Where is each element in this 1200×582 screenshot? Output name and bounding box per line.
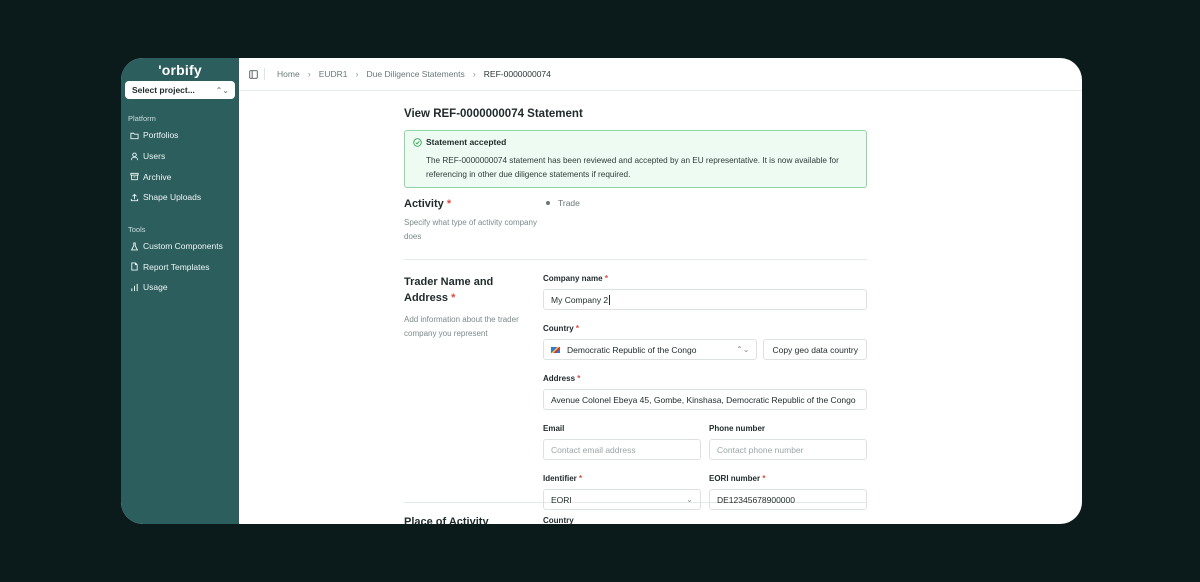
drc-flag-icon	[551, 347, 560, 354]
email-label: Email	[543, 424, 565, 433]
country-label: Country *	[543, 324, 580, 333]
main-content: Home › EUDR1 › Due Diligence Statements …	[239, 58, 1082, 524]
platform-section-label: Platform	[128, 114, 156, 123]
sidebar-item-label: Usage	[143, 282, 168, 293]
folder-icon	[128, 131, 140, 140]
activity-radio-trade[interactable]: Trade	[543, 198, 867, 208]
trader-section: Trader Name and Address * Add informatio…	[404, 260, 867, 510]
tools-section-label: Tools	[128, 224, 146, 234]
activity-description: Specify what type of activity company do…	[404, 218, 537, 241]
sidebar-item-shape-uploads[interactable]: Shape Uploads	[121, 187, 239, 208]
activity-title: Activity *	[404, 198, 452, 210]
page-title: View REF-0000000074 Statement	[404, 108, 583, 120]
activity-section: Activity * Specify what type of activity…	[404, 196, 867, 260]
document-icon	[128, 262, 140, 271]
chevron-right-icon: ›	[355, 69, 359, 79]
status-alert: Statement accepted The REF-0000000074 st…	[404, 130, 867, 188]
trader-title: Trader Name and Address *	[404, 276, 494, 304]
check-circle-icon	[413, 137, 422, 147]
archive-icon	[128, 172, 140, 181]
project-select[interactable]: Select project... ⌃⌄	[125, 81, 235, 99]
company-name-label: Company name *	[543, 274, 608, 283]
sidebar-item-label: Shape Uploads	[143, 192, 202, 203]
identifier-select[interactable]: EORI ⌄	[543, 489, 701, 510]
address-label: Address *	[543, 374, 581, 383]
app-window: 'orbify Select project... ⌃⌄ Platform Po…	[121, 58, 1082, 524]
company-name-input[interactable]: My Company 2	[543, 289, 867, 310]
country-select[interactable]: Democratic Republic of the Congo ⌃⌄	[543, 339, 758, 360]
orbify-logo[interactable]: 'orbify	[121, 58, 239, 80]
radio-dot-icon	[546, 201, 550, 205]
sidebar: 'orbify Select project... ⌃⌄ Platform Po…	[121, 58, 239, 524]
sidebar-toggle-icon[interactable]	[249, 69, 258, 79]
phone-field[interactable]: Contact phone number	[709, 439, 867, 460]
sidebar-item-custom-components[interactable]: Custom Components	[121, 236, 239, 257]
sidebar-item-label: Archive	[143, 171, 172, 182]
address-input[interactable]: Avenue Colonel Ebeya 45, Gombe, Kinshasa…	[543, 389, 867, 410]
upload-icon	[128, 193, 140, 202]
statement-form: View REF-0000000074 Statement Statement …	[404, 91, 867, 524]
chevron-updown-icon: ⌃⌄	[736, 345, 750, 354]
sidebar-item-users[interactable]: Users	[121, 146, 239, 167]
topbar-divider	[264, 68, 265, 80]
identifier-label: Identifier *	[543, 474, 583, 483]
user-icon	[128, 152, 140, 161]
sidebar-item-usage[interactable]: Usage	[121, 277, 239, 298]
eori-input[interactable]: DE12345678900000	[709, 489, 867, 510]
sidebar-item-label: Users	[143, 151, 166, 162]
breadcrumb: Home › EUDR1 › Due Diligence Statements …	[239, 58, 1082, 91]
alert-body: The REF-0000000074 statement has been re…	[426, 156, 839, 179]
phone-label: Phone number	[709, 424, 766, 433]
copy-geo-country-button[interactable]: Copy geo data country	[763, 339, 867, 360]
trader-description: Add information about the trader company…	[404, 315, 519, 338]
sidebar-item-portfolios[interactable]: Portfolios	[121, 125, 239, 146]
place-of-activity-section: Place of Activity Country	[404, 516, 867, 524]
breadcrumb-eudr1[interactable]: EUDR1	[319, 69, 348, 79]
project-select-label: Select project...	[132, 85, 195, 95]
place-country-label: Country	[543, 516, 574, 524]
bar-chart-icon	[128, 283, 140, 292]
chevron-down-icon: ⌄	[686, 495, 693, 504]
place-of-activity-title: Place of Activity	[404, 516, 489, 524]
sidebar-item-label: Custom Components	[143, 241, 223, 252]
chevron-updown-icon: ⌃⌄	[215, 85, 229, 95]
alert-title: Statement accepted	[426, 137, 507, 147]
activity-value: Trade	[558, 198, 580, 208]
sidebar-item-archive[interactable]: Archive	[121, 166, 239, 187]
eori-label: EORI number *	[709, 474, 766, 483]
sidebar-item-report-templates[interactable]: Report Templates	[121, 256, 239, 277]
breadcrumb-due-diligence[interactable]: Due Diligence Statements	[367, 69, 465, 79]
sidebar-item-label: Portfolios	[143, 130, 179, 141]
chevron-right-icon: ›	[472, 69, 476, 79]
sidebar-item-label: Report Templates	[143, 261, 210, 272]
email-field[interactable]: Contact email address	[543, 439, 701, 460]
chevron-right-icon: ›	[307, 69, 311, 79]
breadcrumb-current: REF-0000000074	[483, 69, 551, 79]
breadcrumb-home[interactable]: Home	[277, 69, 300, 79]
flask-icon	[128, 242, 140, 251]
